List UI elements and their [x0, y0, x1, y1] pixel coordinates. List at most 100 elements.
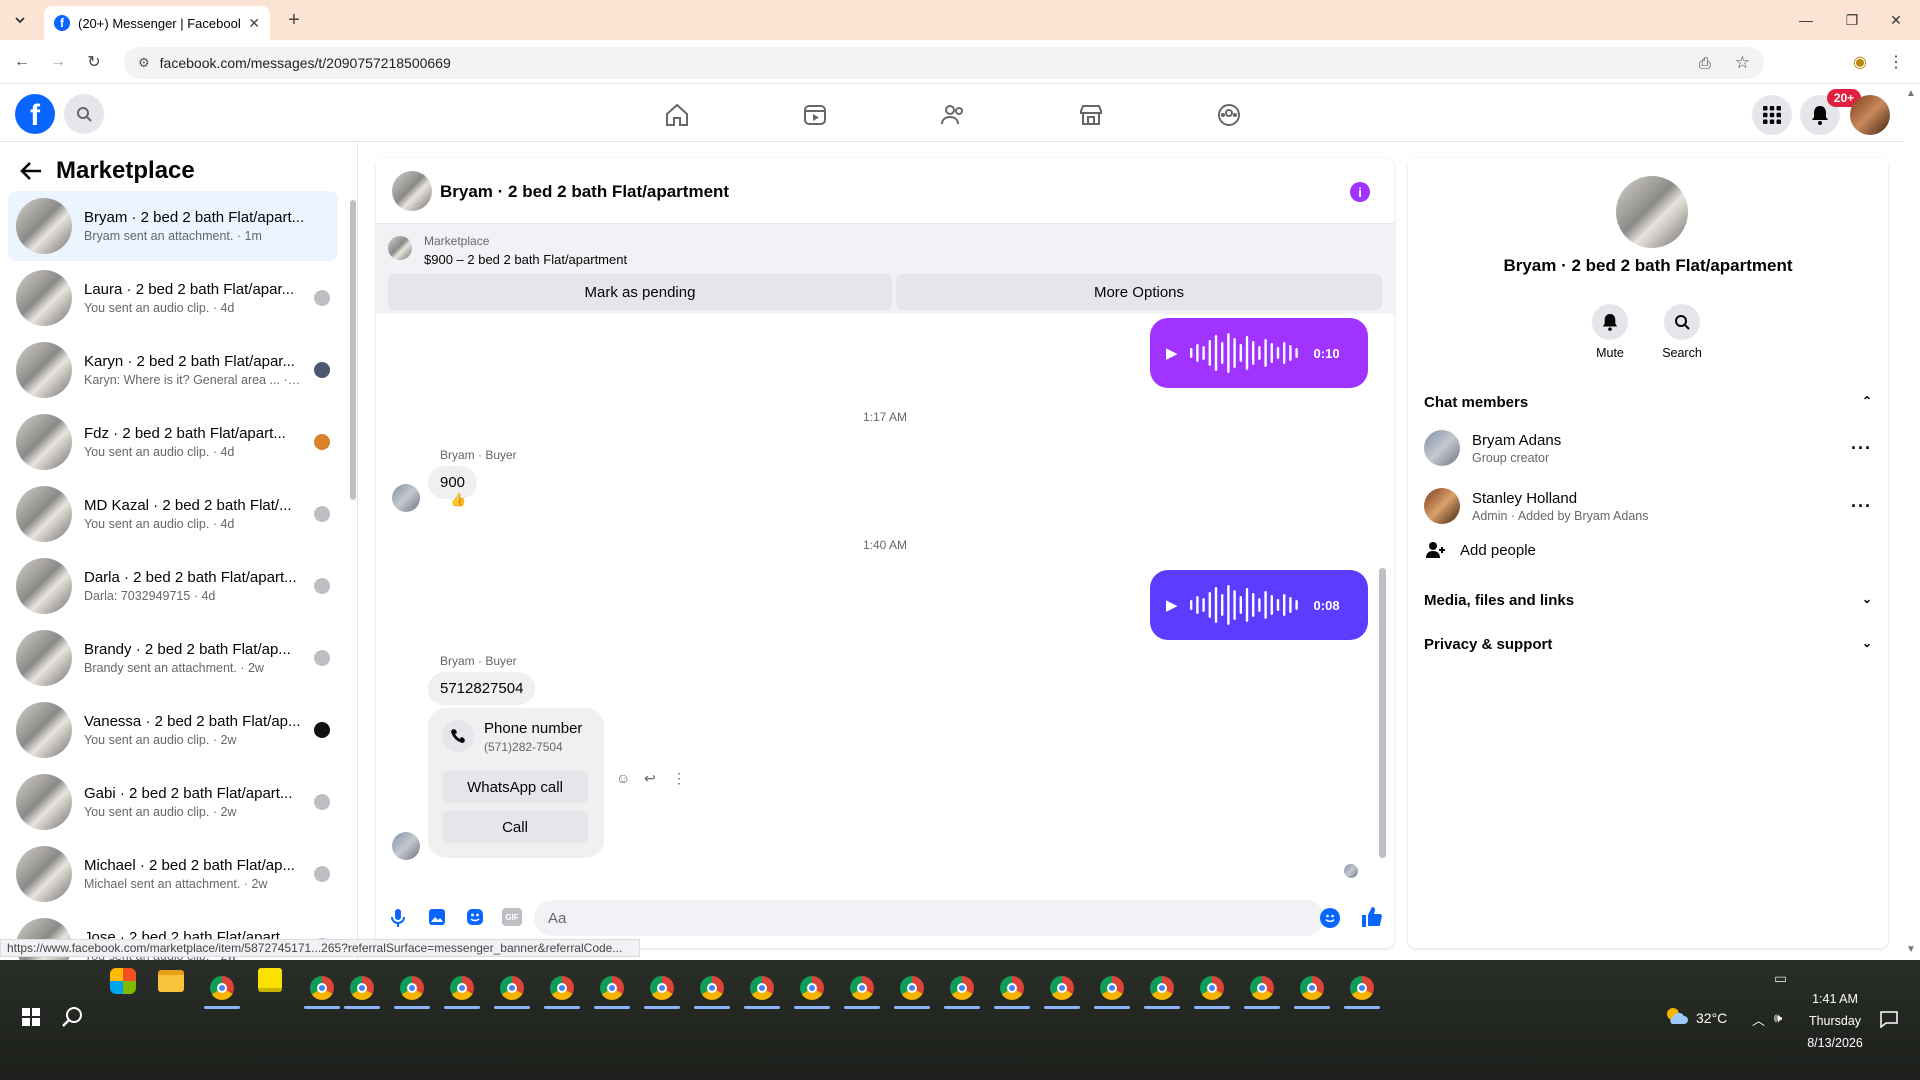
chrome-window-icon[interactable]: [442, 968, 482, 1008]
chrome-window-icon[interactable]: [842, 968, 882, 1008]
conversation-item[interactable]: Gabi · 2 bed 2 bath Flat/apart... You sen…: [8, 767, 338, 837]
back-icon[interactable]: ←: [10, 50, 34, 74]
sidebar-scrollbar[interactable]: [350, 200, 356, 500]
conversation-item[interactable]: Bryam · 2 bed 2 bath Flat/apart... Bryam …: [8, 191, 338, 261]
chrome-window-icon[interactable]: [892, 968, 932, 1008]
url-bar[interactable]: ⚙ facebook.com/messages/t/20907572185006…: [124, 47, 1764, 79]
chrome-window-icon[interactable]: [342, 968, 382, 1008]
search-icon[interactable]: [1664, 304, 1700, 340]
tray-overflow-icon[interactable]: ▭: [1774, 970, 1787, 987]
member-row[interactable]: Bryam Adans Group creator ···: [1424, 424, 1872, 472]
chrome-window-icon[interactable]: [942, 968, 982, 1008]
chrome-window-icon[interactable]: [542, 968, 582, 1008]
chrome-window-icon[interactable]: [692, 968, 732, 1008]
sender-avatar[interactable]: [392, 484, 420, 512]
tab-search-icon[interactable]: [10, 10, 30, 30]
chrome-window-icon[interactable]: [1342, 968, 1382, 1008]
voice-message-sent[interactable]: ▶ 0:10: [1150, 318, 1368, 388]
profile-icon[interactable]: ◉: [1848, 50, 1872, 74]
react-icon[interactable]: ☺: [616, 770, 630, 786]
marketplace-icon[interactable]: [1076, 100, 1106, 130]
menu-grid-icon[interactable]: [1752, 95, 1792, 135]
mute-bell-icon[interactable]: [1592, 304, 1628, 340]
sender-avatar[interactable]: [392, 832, 420, 860]
chrome-window-icon[interactable]: [792, 968, 832, 1008]
new-tab-icon[interactable]: +: [282, 8, 306, 32]
chrome-window-icon[interactable]: [992, 968, 1032, 1008]
emoji-icon[interactable]: [1320, 908, 1340, 928]
forward-icon[interactable]: →: [46, 50, 70, 74]
conversation-item[interactable]: Karyn · 2 bed 2 bath Flat/apar... Karyn: …: [8, 335, 338, 405]
page-scroll-down-icon[interactable]: ▼: [1906, 944, 1916, 955]
reply-icon[interactable]: ↩: [644, 770, 656, 787]
thumbs-up-reaction[interactable]: 👍: [450, 492, 466, 508]
chrome-window-icon[interactable]: [1242, 968, 1282, 1008]
chrome-window-icon[interactable]: [1292, 968, 1332, 1008]
play-icon[interactable]: ▶: [1166, 344, 1178, 362]
sticky-notes-icon[interactable]: [258, 968, 282, 992]
photo-icon[interactable]: [428, 908, 446, 926]
friends-icon[interactable]: [938, 100, 968, 130]
mute-label[interactable]: Mute: [1580, 346, 1640, 360]
conversation-item[interactable]: Darla · 2 bed 2 bath Flat/apart... Darla:…: [8, 551, 338, 621]
close-window-icon[interactable]: ✕: [1874, 8, 1918, 32]
video-icon[interactable]: [800, 100, 830, 130]
search-label[interactable]: Search: [1652, 346, 1712, 360]
conversation-item[interactable]: Brandy · 2 bed 2 bath Flat/ap... Brandy s…: [8, 623, 338, 693]
chrome-window-icon[interactable]: [302, 968, 342, 1008]
tab-close-icon[interactable]: ✕: [248, 15, 260, 32]
chrome-window-icon[interactable]: [1192, 968, 1232, 1008]
info-icon[interactable]: i: [1350, 182, 1370, 202]
chat-members-section[interactable]: Chat members ⌃: [1424, 394, 1872, 411]
copilot-app-icon[interactable]: [110, 968, 136, 994]
profile-avatar[interactable]: [1850, 95, 1890, 135]
member-options-icon[interactable]: ···: [1851, 496, 1872, 517]
conversation-item[interactable]: Laura · 2 bed 2 bath Flat/apar... You sen…: [8, 263, 338, 333]
member-row[interactable]: Stanley Holland Admin · Added by Bryam A…: [1424, 482, 1872, 530]
conversation-item[interactable]: Michael · 2 bed 2 bath Flat/ap... Michael…: [8, 839, 338, 909]
back-arrow-icon[interactable]: [20, 161, 42, 181]
play-icon[interactable]: ▶: [1166, 596, 1178, 614]
chrome-window-icon[interactable]: [202, 968, 242, 1008]
info-avatar[interactable]: [1616, 176, 1688, 248]
privacy-support-section[interactable]: Privacy & support ⌄: [1424, 636, 1872, 653]
home-icon[interactable]: [662, 100, 692, 130]
chat-avatar[interactable]: [392, 171, 432, 211]
taskbar-clock[interactable]: 1:41 AM Thursday 8/13/2026: [1790, 988, 1880, 1054]
conversation-item[interactable]: Fdz · 2 bed 2 bath Flat/apart... You sent…: [8, 407, 338, 477]
install-app-icon[interactable]: ⎙: [1699, 55, 1711, 72]
chrome-window-icon[interactable]: [592, 968, 632, 1008]
chevron-down-icon[interactable]: ⌄: [1862, 592, 1872, 609]
microphone-icon[interactable]: [390, 908, 406, 928]
chat-scrollbar[interactable]: [1379, 568, 1386, 858]
tray-chevron-icon[interactable]: ︿: [1752, 1010, 1765, 1029]
site-settings-icon[interactable]: ⚙: [138, 55, 150, 71]
chat-title[interactable]: Bryam · 2 bed 2 bath Flat/apartment: [440, 182, 729, 202]
more-actions-icon[interactable]: ⋮: [672, 770, 686, 787]
listing-title[interactable]: $900 – 2 bed 2 bath Flat/apartment: [424, 252, 627, 267]
minimize-icon[interactable]: —: [1784, 8, 1828, 32]
media-files-section[interactable]: Media, files and links ⌄: [1424, 592, 1872, 609]
add-people-button[interactable]: Add people: [1424, 532, 1872, 568]
call-button[interactable]: Call: [442, 811, 588, 843]
member-options-icon[interactable]: ···: [1851, 438, 1872, 459]
voice-message-sent[interactable]: ▶ 0:08: [1150, 570, 1368, 640]
mark-as-pending-button[interactable]: Mark as pending: [388, 274, 892, 310]
conversation-item[interactable]: Vanessa · 2 bed 2 bath Flat/ap... You sen…: [8, 695, 338, 765]
conversation-item[interactable]: MD Kazal · 2 bed 2 bath Flat/... You sent…: [8, 479, 338, 549]
chrome-window-icon[interactable]: [1042, 968, 1082, 1008]
chrome-window-icon[interactable]: [742, 968, 782, 1008]
chrome-window-icon[interactable]: [642, 968, 682, 1008]
whatsapp-call-button[interactable]: WhatsApp call: [442, 771, 588, 803]
groups-icon[interactable]: [1214, 100, 1244, 130]
facebook-logo[interactable]: f: [15, 94, 55, 134]
reload-icon[interactable]: ↻: [82, 50, 106, 74]
more-options-button[interactable]: More Options: [896, 274, 1382, 310]
chrome-window-icon[interactable]: [392, 968, 432, 1008]
message-bubble[interactable]: 5712827504: [428, 672, 536, 705]
chrome-window-icon[interactable]: [1142, 968, 1182, 1008]
bookmark-star-icon[interactable]: ☆: [1735, 53, 1750, 73]
restore-icon[interactable]: ❐: [1830, 8, 1874, 32]
browser-menu-icon[interactable]: ⋮: [1884, 50, 1908, 74]
like-thumb-icon[interactable]: [1360, 906, 1382, 928]
